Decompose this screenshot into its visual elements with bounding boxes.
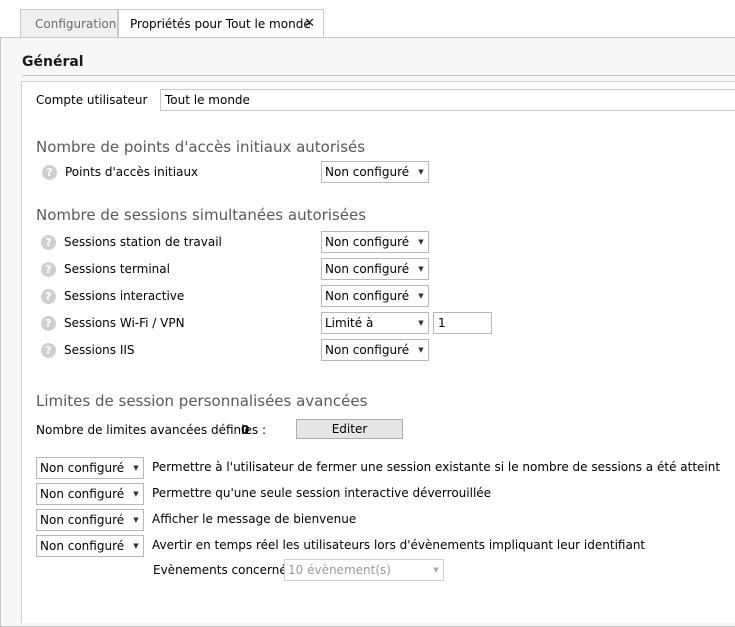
select-value: Non configuré [40,487,125,501]
chevron-down-icon: ▼ [418,346,424,354]
chevron-down-icon: ▼ [133,464,139,472]
help-icon[interactable]: ? [41,235,56,250]
option-welcome-message-text: Afficher le message de bienvenue [152,512,357,526]
chevron-down-icon: ▼ [433,566,439,574]
chevron-down-icon: ▼ [133,542,139,550]
account-label: Compte utilisateur [36,93,148,107]
edit-button[interactable]: Editer [296,419,403,439]
sessions-wifi-vpn-limit-input[interactable]: 1 [433,312,492,334]
close-icon[interactable]: ✕ [304,10,315,38]
chevron-down-icon: ▼ [418,319,424,327]
select-value: Limité à [325,316,374,330]
initial-points-select[interactable]: Non configuré ▼ [321,161,429,183]
help-icon[interactable]: ? [42,165,57,180]
chevron-down-icon: ▼ [418,168,424,176]
select-value: Non configuré [40,513,125,527]
tab-properties[interactable]: Propriétés pour Tout le monde ✕ [118,9,324,37]
help-icon[interactable]: ? [41,316,56,331]
advanced-count-label: Nombre de limites avancées définies : [36,423,266,437]
sessions-wifi-vpn-label: Sessions Wi-Fi / VPN [64,316,185,330]
advanced-title: Limites de session personnalisées avancé… [36,392,368,410]
sessions-terminal-label: Sessions terminal [64,262,170,276]
sessions-terminal-select[interactable]: Non configuré ▼ [321,258,429,280]
divider [22,75,735,76]
option-realtime-alert-text: Avertir en temps réel les utilisateurs l… [152,538,646,552]
tab-label: Configuration [35,17,117,31]
option-realtime-alert-select[interactable]: Non configuré ▼ [36,535,144,557]
sessions-wifi-vpn-select[interactable]: Limité à ▼ [321,312,429,334]
tab-label: Propriétés pour Tout le monde [130,17,311,31]
initial-points-title: Nombre de points d'accès initiaux autori… [36,138,366,156]
select-value: Non configuré [325,165,410,179]
sessions-iis-select[interactable]: Non configuré ▼ [321,339,429,361]
select-value: 10 évènement(s) [288,563,391,577]
sessions-interactive-label: Sessions interactive [64,289,185,303]
option-single-interactive-select[interactable]: Non configuré ▼ [36,483,144,505]
select-value: Non configuré [325,343,410,357]
option-close-existing-text: Permettre à l'utilisateur de fermer une … [152,460,721,474]
events-select[interactable]: 10 évènement(s) ▼ [284,559,444,581]
sessions-workstation-label: Sessions station de travail [64,235,222,249]
help-icon[interactable]: ? [41,343,56,358]
sessions-interactive-select[interactable]: Non configuré ▼ [321,285,429,307]
general-section-title: Général [22,54,84,70]
select-value: Non configuré [325,289,410,303]
tab-configuration[interactable]: Configuration [20,9,118,37]
select-value: Non configuré [40,461,125,475]
sessions-title: Nombre de sessions simultanées autorisée… [36,206,367,224]
option-welcome-message-select[interactable]: Non configuré ▼ [36,509,144,531]
account-field[interactable]: Tout le monde [160,89,735,111]
select-value: Non configuré [325,262,410,276]
help-icon[interactable]: ? [41,289,56,304]
option-close-existing-select[interactable]: Non configuré ▼ [36,457,144,479]
sessions-iis-label: Sessions IIS [64,343,135,357]
events-label: Evènements concernés : [153,563,301,577]
initial-points-label: Points d'accès initiaux [65,165,199,179]
select-value: Non configuré [325,235,410,249]
advanced-count-value: 0 [241,423,250,437]
select-value: Non configuré [40,539,125,553]
chevron-down-icon: ▼ [418,292,424,300]
tab-bar: Configuration Propriétés pour Tout le mo… [0,0,735,40]
chevron-down-icon: ▼ [133,516,139,524]
chevron-down-icon: ▼ [418,265,424,273]
chevron-down-icon: ▼ [418,238,424,246]
help-icon[interactable]: ? [41,262,56,277]
chevron-down-icon: ▼ [133,490,139,498]
sessions-workstation-select[interactable]: Non configuré ▼ [321,231,429,253]
option-single-interactive-text: Permettre qu'une seule session interacti… [152,486,492,500]
